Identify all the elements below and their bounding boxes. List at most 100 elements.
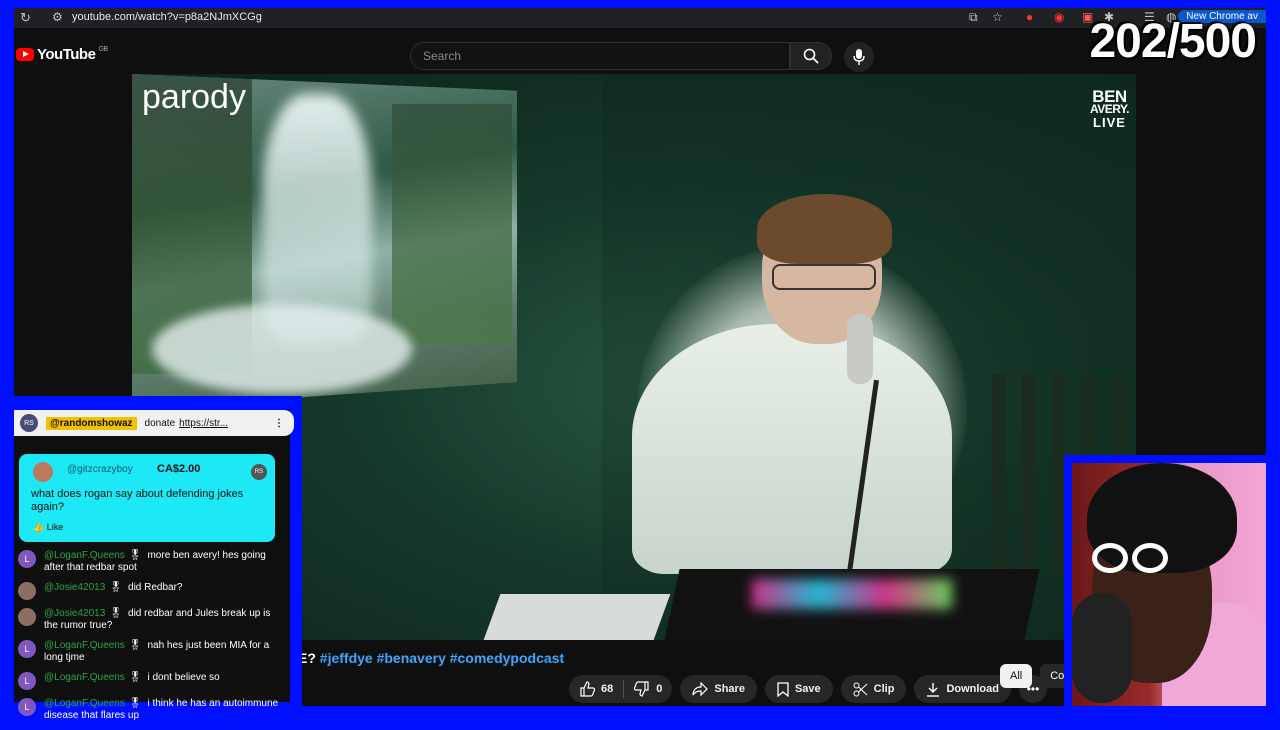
chat-message: L @LoganF.Queens 🎖 i think he has an autoim…: [14, 698, 290, 722]
avatar: [18, 608, 36, 626]
member-badge-icon: 🎖: [128, 640, 142, 651]
chat-author[interactable]: @LoganF.Queens: [44, 550, 125, 561]
avatar: L: [18, 698, 36, 716]
chat-author[interactable]: @Josie42013: [44, 608, 105, 619]
host-body: [632, 324, 952, 574]
country-code: GB: [98, 46, 108, 53]
chat-message-body: @LoganF.Queens 🎖 i think he has an autoimm…: [44, 698, 286, 722]
glasses-lens-right: [1132, 543, 1168, 573]
studio-microphone: [847, 314, 873, 384]
dislike-button[interactable]: 0: [624, 681, 672, 697]
thumbs-down-icon: [634, 681, 649, 697]
hashtag-links[interactable]: #jeffdye #benavery #comedypodcast: [320, 650, 564, 666]
bookmark-star-icon[interactable]: ☆: [992, 10, 1003, 24]
avatar: L: [18, 640, 36, 658]
live-chat-overlay: @gitzcrazyboy CA$2.00 RS what does rogan…: [14, 396, 302, 721]
voice-search-button[interactable]: [844, 42, 874, 72]
download-label: Download: [946, 683, 999, 695]
like-label: Like: [46, 522, 64, 532]
avatar: [33, 462, 53, 482]
member-badge-icon: 🎖: [128, 672, 142, 683]
extension-icon[interactable]: ●: [1026, 10, 1033, 24]
download-icon: [927, 682, 940, 697]
clip-label: Clip: [873, 683, 895, 695]
pinned-message[interactable]: RS @randomshowaz donate https://str... ⋮: [14, 410, 294, 436]
youtube-header: YouTube GB: [14, 30, 1266, 76]
watermark-line3: LIVE: [1093, 115, 1126, 130]
chat-message-body: @Josie42013 🎖 did Redbar?: [44, 582, 183, 594]
member-badge-icon: 🎖: [128, 550, 142, 561]
like-button[interactable]: 68: [569, 681, 623, 697]
address-bar: ↻ ⚙ youtube.com/watch?v=p8a2NJmXCGg ⧉ ☆ …: [14, 8, 1266, 28]
pinned-text: donate: [144, 417, 176, 429]
microphone-icon: [853, 49, 865, 65]
more-vertical-icon[interactable]: ⋮: [274, 418, 284, 429]
super-chat-card: @gitzcrazyboy CA$2.00 RS what does rogan…: [19, 454, 275, 542]
chat-message: L @LoganF.Queens 🎖 i dont believe so: [14, 672, 290, 690]
super-chat-badge: RS: [251, 464, 267, 480]
facecam-feed: [1072, 463, 1266, 706]
chat-author[interactable]: @Josie42013: [44, 582, 105, 593]
reload-icon[interactable]: ↻: [20, 10, 31, 26]
url-text[interactable]: youtube.com/watch?v=p8a2NJmXCGg: [72, 11, 262, 23]
action-bar: 68 0 Share Save Clip Download •••: [569, 675, 1047, 703]
site-settings-icon[interactable]: ⚙: [52, 10, 63, 24]
chip-all[interactable]: All: [1000, 664, 1033, 688]
chat-message: L @LoganF.Queens 🎖 more ben avery! hes goin…: [14, 550, 290, 574]
chat-author[interactable]: @LoganF.Queens: [44, 640, 125, 651]
avatar: [18, 582, 36, 600]
download-button[interactable]: Download: [914, 675, 1011, 703]
chat-message-body: @LoganF.Queens 🎖 i dont believe so: [44, 672, 220, 684]
pinned-avatar: RS: [20, 414, 38, 432]
share-icon: [692, 682, 709, 696]
facecam-overlay: [1064, 455, 1266, 706]
save-button[interactable]: Save: [764, 675, 833, 703]
search-icon: [803, 48, 819, 64]
chat-panel: @gitzcrazyboy CA$2.00 RS what does rogan…: [14, 410, 290, 721]
dislike-count: 0: [656, 683, 663, 695]
youtube-play-icon: [16, 48, 34, 61]
chat-author[interactable]: @LoganF.Queens: [44, 672, 125, 683]
youtube-logo[interactable]: YouTube GB: [16, 46, 108, 63]
video-title: E? #jeffdye #benavery #comedypodcast: [298, 650, 564, 666]
tv-screen: parody: [132, 74, 517, 409]
streamer-glasses: [1092, 543, 1172, 575]
chat-message-body: @LoganF.Queens 🎖 nah hes just been MIA for…: [44, 640, 286, 664]
search-button[interactable]: [790, 42, 832, 70]
tv-trees-right: [392, 104, 512, 344]
mixer-lights: [752, 579, 952, 609]
clip-button[interactable]: Clip: [840, 675, 907, 703]
install-app-icon[interactable]: ⧉: [969, 10, 978, 25]
chat-author[interactable]: @LoganF.Queens: [44, 698, 125, 709]
chat-text: did Redbar?: [128, 582, 183, 593]
save-label: Save: [794, 683, 821, 695]
avatar: L: [18, 672, 36, 690]
pinned-link[interactable]: https://str...: [179, 418, 228, 429]
search-box[interactable]: [410, 42, 790, 70]
logo-text: YouTube: [37, 46, 96, 63]
like-dislike-group: 68 0: [569, 675, 673, 703]
glasses-lens-left: [1092, 543, 1128, 573]
member-badge-icon: 🎖: [109, 582, 123, 593]
super-chat-author: @gitzcrazyboy: [67, 464, 133, 475]
parody-overlay-text: parody: [142, 78, 246, 116]
channel-watermark: BEN AVERY. LIVE: [1090, 88, 1130, 130]
share-button[interactable]: Share: [680, 675, 757, 703]
chat-message: @Josie42013 🎖 did Redbar?: [14, 582, 290, 600]
chat-message-body: @LoganF.Queens 🎖 more ben avery! hes going…: [44, 550, 286, 574]
pinned-handle: @randomshowaz: [46, 416, 137, 430]
super-chat-message: what does rogan say about defending joke…: [31, 488, 244, 513]
extension-icon-2[interactable]: ◉: [1054, 10, 1064, 24]
streamer-microphone: [1072, 593, 1132, 703]
tv-river: [152, 304, 412, 394]
like-count: 68: [601, 683, 614, 695]
super-chat-like-button[interactable]: 👍 Like: [33, 522, 63, 533]
thumbs-up-icon: [580, 681, 595, 697]
share-label: Share: [714, 683, 745, 695]
member-badge-icon: 🎖: [128, 698, 142, 709]
scissors-icon: [853, 682, 867, 696]
mac-mini: [483, 594, 671, 640]
bookmark-icon: [777, 681, 789, 697]
host-hair: [757, 194, 892, 264]
search-input[interactable]: [411, 43, 775, 69]
